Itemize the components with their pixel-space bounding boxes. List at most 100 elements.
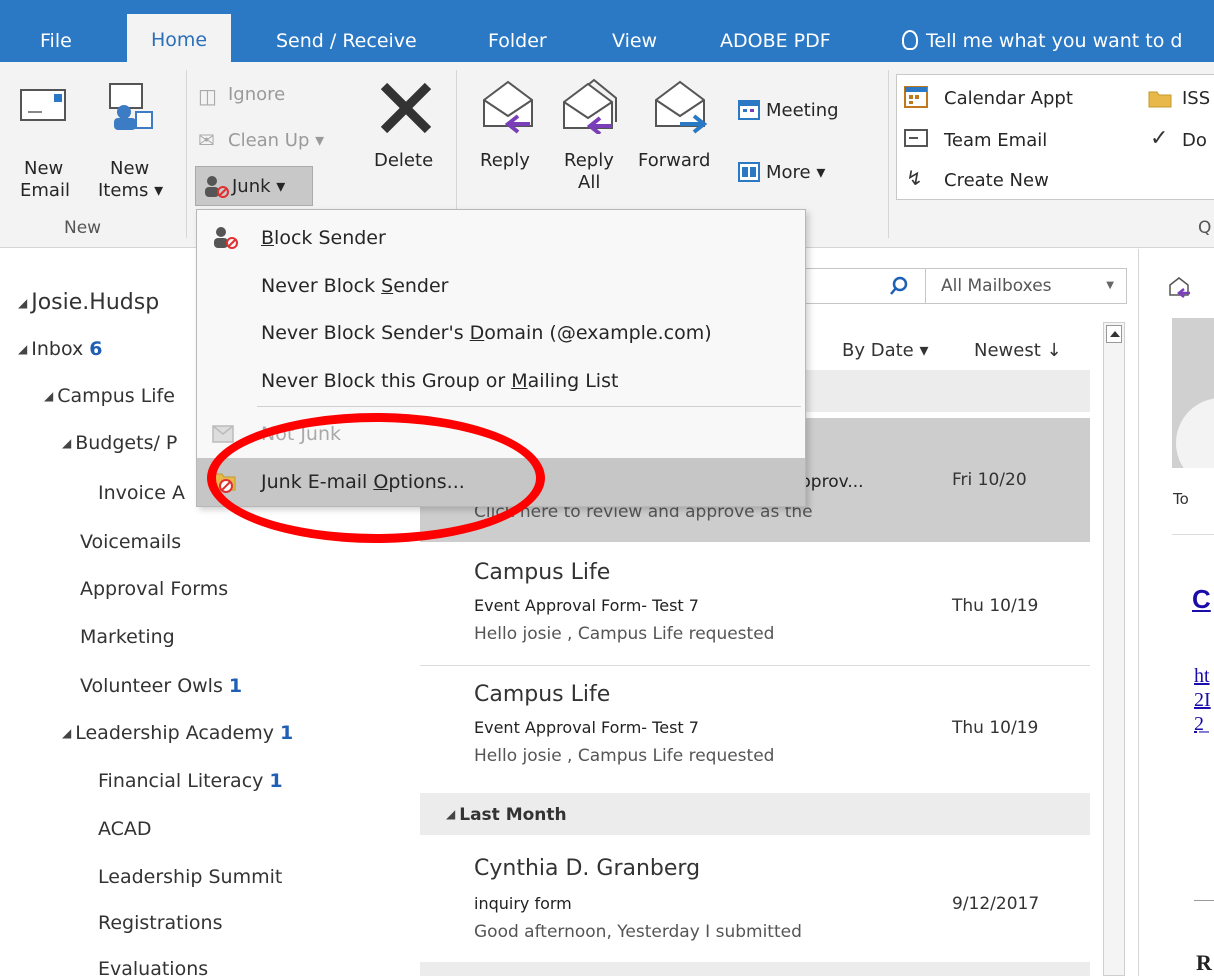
folder-inbox[interactable]: ◢ Inbox 6	[18, 338, 102, 360]
header-divider	[1172, 534, 1214, 535]
new-email-label-2: Email	[20, 180, 70, 201]
menu-item-block-sender[interactable]: Block Sender	[197, 214, 805, 262]
message-preview: Hello josie , Campus Life requested	[474, 746, 775, 766]
envelope-icon	[904, 129, 928, 147]
message-sender: Campus Life	[474, 682, 611, 707]
new-email-button[interactable]: New Email	[8, 74, 76, 201]
menu-item-text: ptions...	[388, 471, 465, 493]
row-divider	[420, 665, 1090, 666]
quick-step-label: Create New	[944, 170, 1049, 191]
folder-registrations[interactable]: Registrations	[98, 912, 222, 934]
tab-folder[interactable]: Folder	[488, 20, 547, 62]
body-link-line: 2I	[1194, 689, 1211, 711]
menu-item-junk-email-options[interactable]: Junk E-mail Options...	[197, 458, 805, 506]
menu-separator	[257, 406, 801, 407]
checkmark-icon: ✓	[1150, 126, 1169, 151]
lightning-icon: ↯	[906, 166, 923, 190]
ribbon-separator	[888, 70, 889, 238]
message-row[interactable]: Cynthia D. Granberg inquiry form 9/12/20…	[420, 842, 1090, 958]
folder-evaluations[interactable]: Evaluations	[98, 958, 208, 976]
sort-by-date[interactable]: By Date ▾	[842, 340, 929, 361]
search-input[interactable]	[800, 268, 925, 304]
message-row[interactable]: Campus Life Event Approval Form- Test 7 …	[420, 670, 1090, 786]
folder-volunteer-owls[interactable]: Volunteer Owls 1	[80, 675, 242, 697]
tab-file[interactable]: File	[40, 20, 72, 62]
message-preview: Good afternoon, Yesterday I submitted	[474, 922, 802, 942]
body-rule	[1194, 900, 1214, 901]
body-link-line: ht	[1194, 665, 1210, 687]
clean-up-icon: ✉	[198, 128, 215, 152]
folder-leadership-academy[interactable]: ◢ Leadership Academy 1	[62, 722, 293, 744]
ribbon-separator	[186, 70, 187, 238]
group-label-new: New	[64, 218, 102, 238]
meeting-icon	[738, 100, 760, 120]
menu-item-never-block-group[interactable]: Never Block this Group or Mailing List	[197, 357, 805, 405]
group-header-next	[420, 962, 1090, 976]
forward-button[interactable]: Forward	[636, 74, 726, 194]
junk-label: Junk ▾	[232, 176, 286, 197]
menu-item-text: lock Sender	[274, 227, 386, 249]
reply-button[interactable]: Reply	[470, 74, 544, 194]
menu-item-accelerator: M	[511, 370, 528, 392]
folder-budgets[interactable]: ◢ Budgets/ P	[62, 432, 177, 454]
clean-up-label: Clean Up ▾	[228, 130, 325, 151]
new-items-button[interactable]: New Items ▾	[90, 74, 176, 201]
body-link[interactable]: ht 2I 2̲	[1194, 664, 1211, 736]
scroll-up-button[interactable]	[1106, 325, 1122, 343]
unread-count: 6	[89, 338, 103, 360]
forward-icon	[655, 80, 708, 134]
menu-item-never-block-domain[interactable]: Never Block Sender's Domain (@example.co…	[197, 309, 805, 357]
tab-send-receive[interactable]: Send / Receive	[276, 20, 417, 62]
message-row[interactable]: Campus Life Event Approval Form- Test 7 …	[420, 548, 1090, 664]
menu-item-accelerator: S	[381, 275, 394, 297]
lightbulb-icon	[902, 30, 918, 50]
menu-item-never-block-sender[interactable]: Never Block Sender	[197, 262, 805, 310]
folder-icon	[1148, 91, 1172, 108]
message-preview: Hello josie , Campus Life requested	[474, 624, 775, 644]
message-date: Thu 10/19	[952, 596, 1039, 616]
folder-invoice[interactable]: Invoice A	[98, 482, 185, 504]
junk-options-icon	[214, 473, 236, 493]
folder-leadership-summit[interactable]: Leadership Summit	[98, 866, 282, 888]
avatar-silhouette	[1176, 398, 1214, 468]
ignore-label: Ignore	[228, 84, 286, 105]
collapse-triangle-icon: ◢	[44, 389, 54, 403]
unread-count: 1	[279, 722, 294, 744]
folder-account[interactable]: ◢ Josie.Hudsp	[18, 290, 159, 315]
collapse-triangle-icon: ◢	[446, 807, 456, 821]
menu-item-not-junk[interactable]: Not Junk	[197, 410, 805, 458]
tab-adobe-pdf[interactable]: ADOBE PDF	[720, 20, 831, 62]
reply-all-button[interactable]: Reply All	[554, 74, 628, 194]
search-icon[interactable]	[889, 276, 909, 296]
message-sender: Campus Life	[474, 560, 611, 585]
envelope-icon	[20, 89, 66, 121]
folder-financial-literacy[interactable]: Financial Literacy 1	[98, 770, 283, 792]
reply-all-icon	[563, 78, 617, 134]
tell-me-search[interactable]: Tell me what you want to d	[902, 20, 1182, 62]
collapse-triangle-icon: ◢	[62, 726, 72, 740]
ribbon-tab-bar: File Home Send / Receive Folder View ADO…	[0, 0, 1214, 62]
body-text-fragment: R	[1196, 950, 1212, 975]
tab-view[interactable]: View	[612, 20, 657, 62]
delete-button[interactable]: Delete	[366, 74, 450, 194]
group-header-last-month[interactable]: ◢ Last Month	[420, 793, 1090, 835]
folder-marketing[interactable]: Marketing	[80, 626, 175, 648]
folder-approval-forms[interactable]: Approval Forms	[80, 578, 228, 600]
tab-home[interactable]: Home	[127, 14, 232, 62]
menu-item-text: ailing List	[527, 370, 619, 392]
quick-step-label: Do	[1182, 130, 1207, 151]
new-items-label-2: Items ▾	[98, 180, 164, 201]
sort-order[interactable]: Newest ↓	[974, 340, 1062, 361]
calendar-icon	[904, 86, 928, 108]
folder-voicemails[interactable]: Voicemails	[80, 531, 181, 553]
sender-photo	[1172, 318, 1214, 468]
collapse-triangle-icon: ◢	[18, 296, 28, 310]
message-list-scrollbar[interactable]	[1103, 322, 1125, 976]
new-items-icon	[109, 83, 153, 130]
folder-campus-life[interactable]: ◢ Campus Life	[44, 385, 175, 407]
reply-icon[interactable]	[1168, 276, 1192, 298]
search-scope-dropdown[interactable]: All Mailboxes ▼	[925, 268, 1127, 304]
body-link-heading[interactable]: C	[1192, 584, 1211, 615]
junk-button[interactable]: Junk ▾	[195, 166, 313, 206]
folder-acad[interactable]: ACAD	[98, 818, 152, 840]
